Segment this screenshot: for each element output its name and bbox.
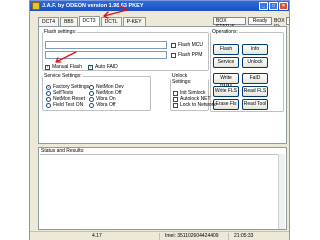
- tab-dctl[interactable]: DCTL: [100, 17, 122, 26]
- read-fls-button[interactable]: Read FLS: [242, 86, 268, 97]
- minimize-button[interactable]: _: [259, 2, 268, 10]
- faid-button[interactable]: FaID: [242, 73, 268, 84]
- flash-ppm-checkbox[interactable]: Flash PPM: [171, 52, 202, 58]
- tab-bb5[interactable]: BB5: [60, 17, 78, 26]
- auto-faid-label: Auto FAID: [95, 64, 118, 70]
- flash-mcu-box[interactable]: [171, 42, 176, 48]
- imei-cell: Imei: 351102604424409: [163, 233, 229, 240]
- flash-file-input-1[interactable]: [45, 41, 167, 49]
- manual-flash-checkbox[interactable]: ✓ Manual Flash: [45, 64, 82, 70]
- manual-flash-label: Manual Flash: [52, 64, 83, 70]
- radio-netmon-off-dot[interactable]: [89, 90, 94, 96]
- write-pmm-button[interactable]: Write PMM: [213, 73, 239, 90]
- tab-dct3[interactable]: DCT3: [78, 16, 100, 26]
- init-simlock-box[interactable]: [173, 90, 178, 96]
- radio-vibra-on-dot[interactable]: [89, 96, 94, 102]
- flash-file-input-2[interactable]: [45, 51, 167, 59]
- auto-faid-checkbox[interactable]: ✓ Auto FAID: [88, 64, 118, 70]
- radio-selftests-dot[interactable]: [46, 90, 51, 96]
- radio-field-test-on-dot[interactable]: [46, 102, 51, 108]
- service-button[interactable]: Service: [213, 57, 239, 68]
- unlock-settings-group: Unlock Settings: Init Simlock Autolock N…: [170, 73, 216, 111]
- auto-faid-box[interactable]: ✓: [88, 64, 93, 70]
- tab-strip: DCT4 BB5 DCT3 DCTL P-KEY: [38, 16, 147, 26]
- radio-factory-settings-dot[interactable]: [46, 84, 51, 90]
- close-button[interactable]: ×: [279, 2, 288, 10]
- write-fls-button[interactable]: Write FLS: [213, 86, 239, 97]
- flash-settings-legend: Flash settings:: [44, 29, 77, 35]
- flash-mcu-checkbox[interactable]: Flash MCU: [171, 42, 203, 48]
- tab-dct4[interactable]: DCT4: [38, 17, 60, 26]
- version-cell: 4.17: [90, 233, 160, 240]
- manual-flash-box[interactable]: ✓: [45, 64, 50, 70]
- read-tool-button[interactable]: Read Tool: [242, 99, 268, 110]
- maximize-button[interactable]: □: [269, 2, 278, 10]
- dct3-panel: Flash settings: Flash MCU Flash PPM ✓ Ma…: [38, 26, 287, 144]
- status-results-log[interactable]: [40, 154, 278, 229]
- tab-pkey[interactable]: P-KEY: [122, 17, 146, 26]
- flash-mcu-label: Flash MCU: [178, 42, 204, 48]
- operations-legend: Operations:: [212, 29, 238, 35]
- radio-vibra-off-dot[interactable]: [89, 102, 94, 108]
- flash-ppm-label: Flash PPM: [178, 52, 203, 58]
- window-title: J.A.F. by ODEON version 1.98.63 PKEY: [42, 3, 144, 9]
- lock-to-network-checkbox[interactable]: Lock to Network: [173, 102, 216, 108]
- unlock-settings-legend: Unlock Settings:: [172, 73, 192, 85]
- radio-vibra-off-label: Vibra Off: [96, 102, 116, 108]
- box-status: BOX STATUS: [213, 17, 246, 30]
- app-window: J.A.F. by ODEON version 1.98.63 PKEY _ □…: [29, 0, 290, 240]
- status-scrollbar[interactable]: [278, 154, 285, 229]
- lock-to-network-label: Lock to Network: [180, 102, 216, 108]
- status-bar: 4.17 Imei: 351102604424409 21:05:33: [30, 231, 289, 240]
- title-bar: J.A.F. by ODEON version 1.98.63 PKEY _ □…: [30, 1, 289, 11]
- status-results-panel: Status and Results:: [38, 147, 287, 230]
- time-cell: 21:05:33: [234, 233, 254, 239]
- app-icon: [32, 2, 40, 10]
- radio-vibra-off[interactable]: Vibra Off: [89, 102, 116, 108]
- radio-netmon-dev-dot[interactable]: [89, 84, 94, 90]
- ready-indicator: Ready: [248, 17, 272, 25]
- lock-to-network-box[interactable]: [173, 102, 178, 108]
- service-settings-group: Service Settings: Factory Settings SelfT…: [42, 73, 151, 111]
- erase-fls-button[interactable]: Erase Fls: [213, 99, 239, 110]
- radio-field-test-on[interactable]: Field Test ON: [46, 102, 83, 108]
- service-settings-legend: Service Settings:: [44, 73, 82, 79]
- flash-button[interactable]: Flash: [213, 44, 239, 55]
- autolock-net-box[interactable]: [173, 96, 178, 102]
- box-id-field: [286, 17, 290, 25]
- flash-settings-group: Flash settings: Flash MCU Flash PPM ✓ Ma…: [42, 29, 209, 71]
- radio-field-test-on-label: Field Test ON: [53, 102, 84, 108]
- radio-netmon-reset-dot[interactable]: [46, 96, 51, 102]
- unlock-button[interactable]: Unlock: [242, 57, 268, 68]
- info-button[interactable]: Info: [242, 44, 268, 55]
- operations-group: Operations: Flash Info Service Unlock Wr…: [210, 29, 284, 112]
- flash-ppm-box[interactable]: [171, 52, 176, 58]
